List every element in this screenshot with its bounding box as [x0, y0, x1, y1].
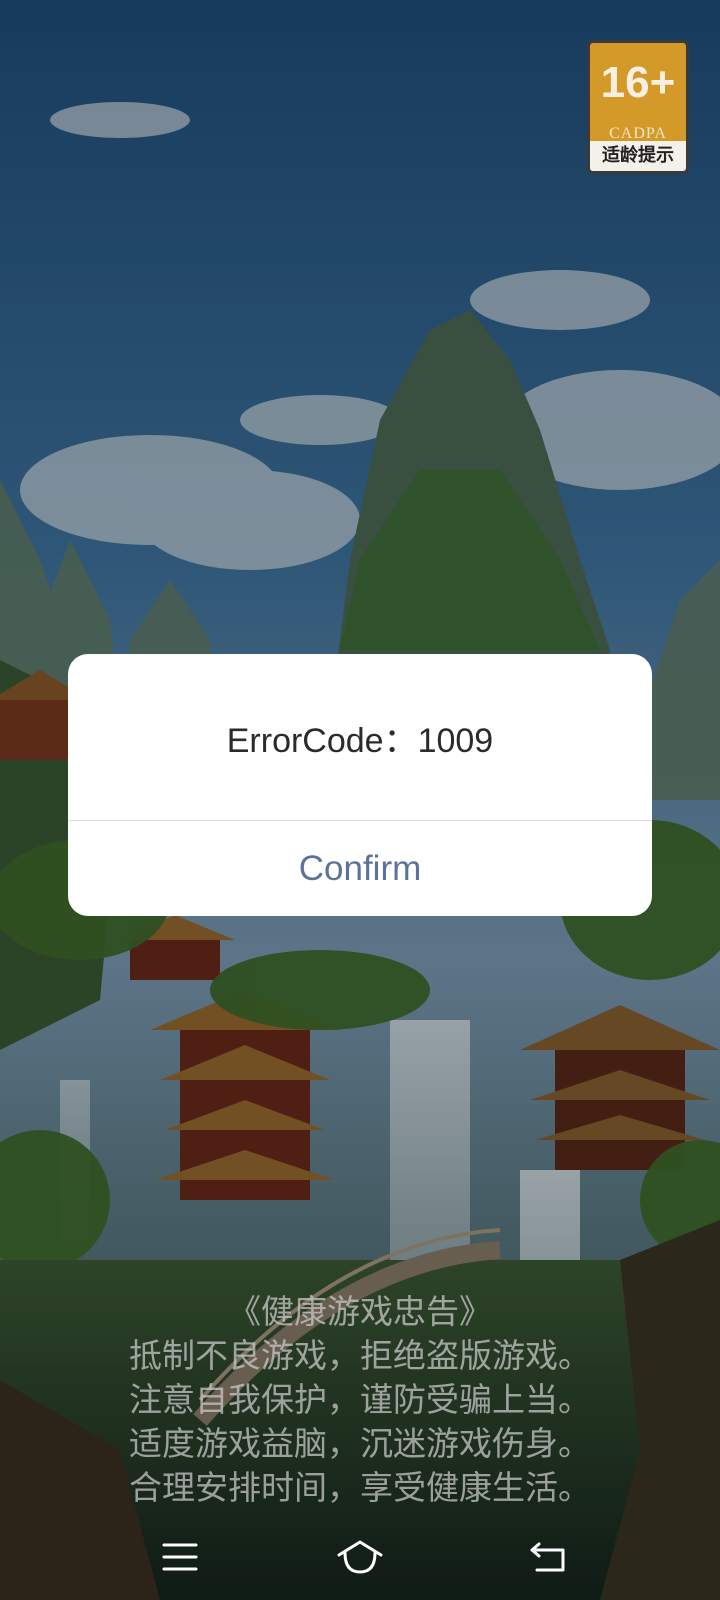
age-rating-number: 16+	[600, 58, 676, 107]
age-rating-tip: 适龄提示	[590, 141, 686, 171]
confirm-button[interactable]: Confirm	[68, 821, 652, 916]
back-icon[interactable]	[518, 1529, 578, 1585]
health-advice-title: 《健康游戏忠告》	[228, 1292, 492, 1331]
menu-icon[interactable]	[150, 1529, 210, 1585]
health-advice-line: 抵制不良游戏，拒绝盗版游戏。	[129, 1336, 591, 1375]
system-nav-bar	[0, 1515, 720, 1600]
health-advice-line: 合理安排时间，享受健康生活。	[129, 1468, 591, 1507]
home-icon[interactable]	[330, 1529, 390, 1585]
health-advice: 《健康游戏忠告》 抵制不良游戏，拒绝盗版游戏。 注意自我保护，谨防受骗上当。 适…	[0, 1290, 720, 1510]
health-advice-line: 注意自我保护，谨防受骗上当。	[129, 1380, 591, 1419]
health-advice-line: 适度游戏益脑，沉迷游戏伤身。	[129, 1424, 591, 1463]
age-rating-badge: 16+ CADPA 适龄提示	[587, 40, 689, 174]
error-dialog: ErrorCode：1009 Confirm	[68, 654, 652, 916]
error-message: ErrorCode：1009	[226, 721, 494, 760]
